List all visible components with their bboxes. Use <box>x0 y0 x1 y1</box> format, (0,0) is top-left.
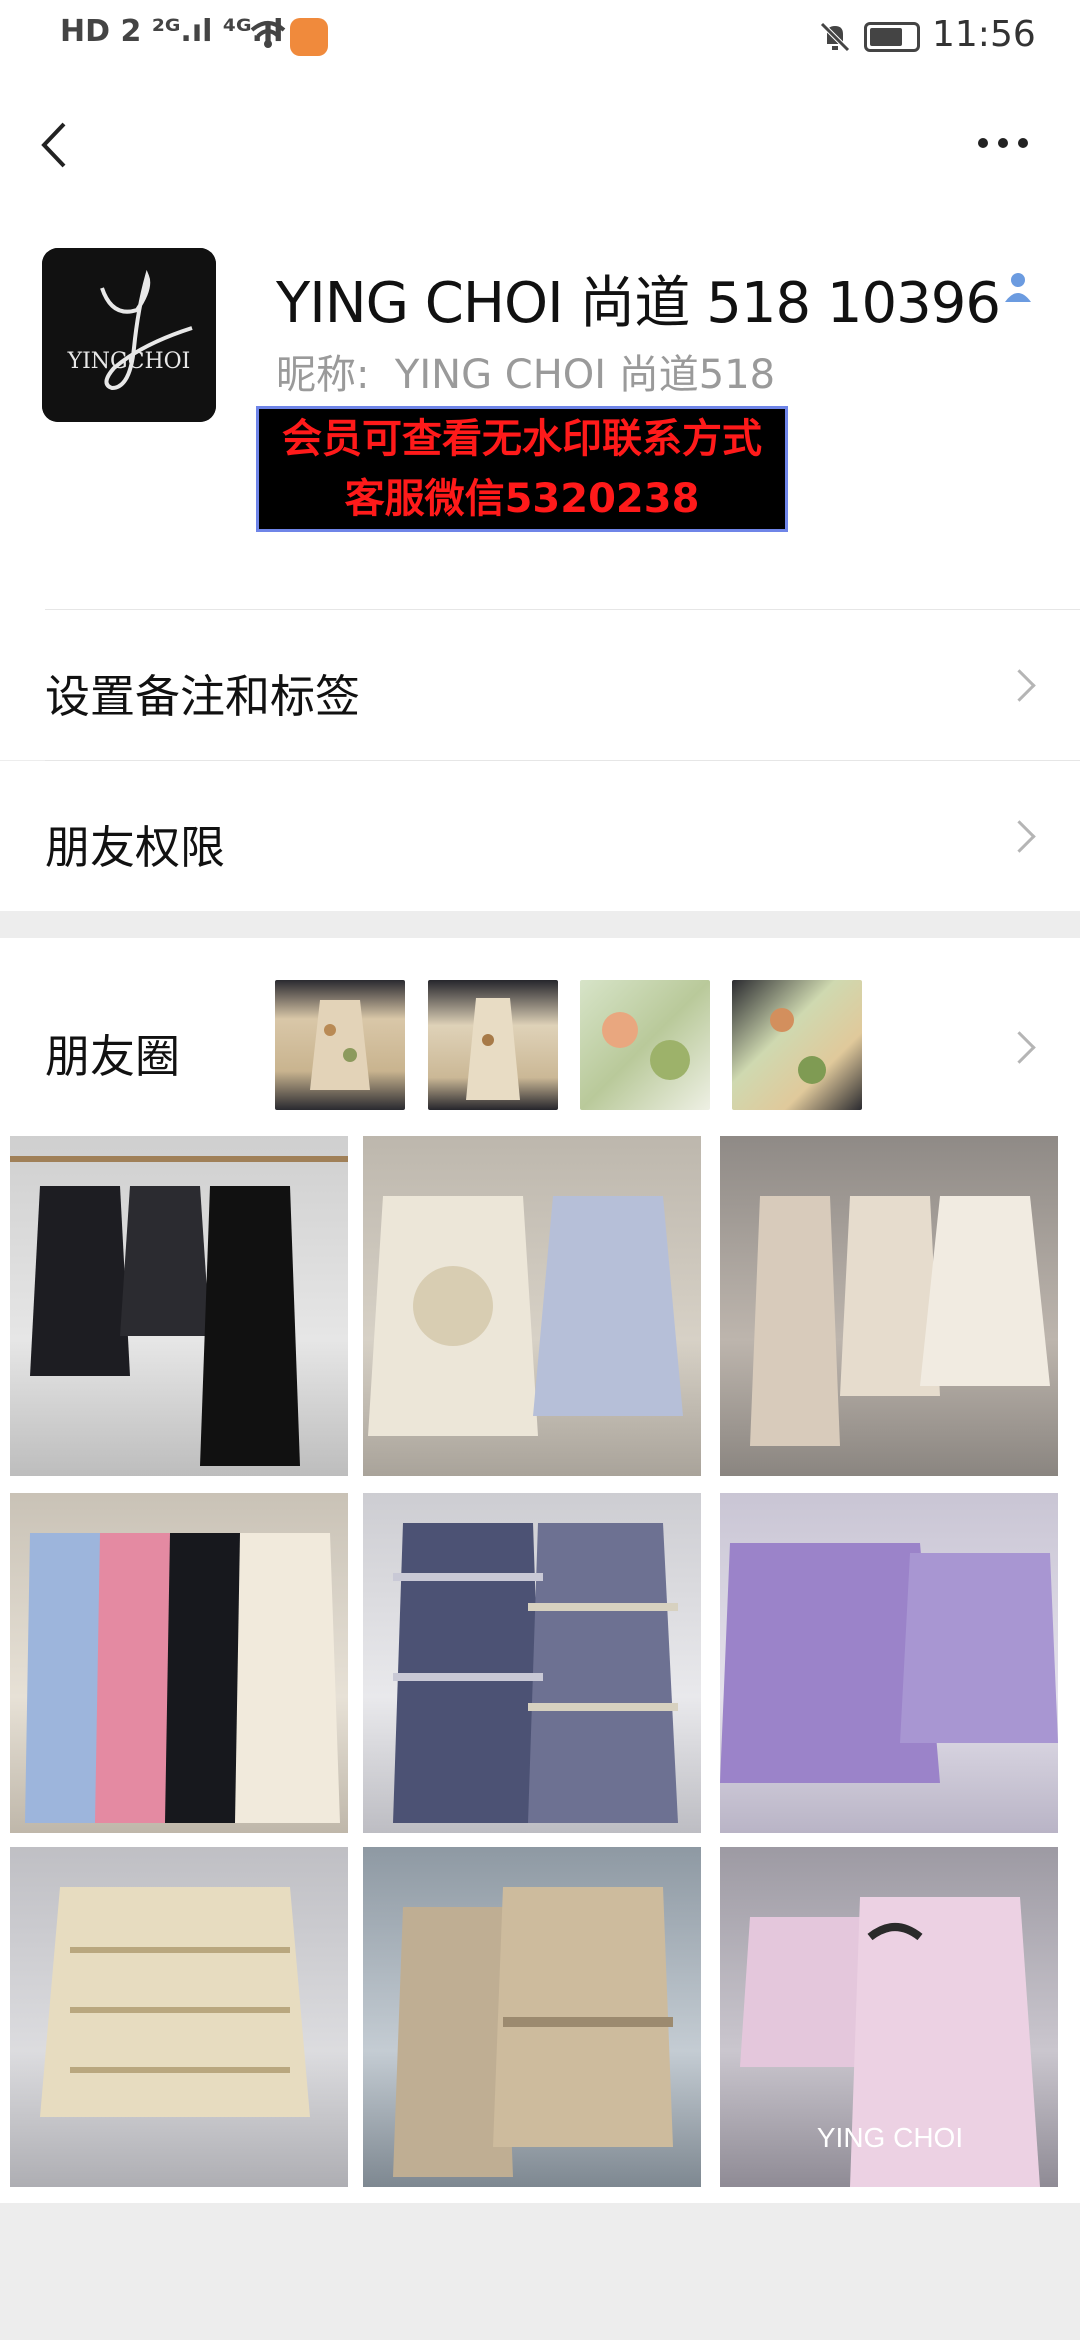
moments-thumbnail <box>275 980 405 1110</box>
status-bar: HD 2 ²ᴳ.ıl ⁴ᴳ.ıl 11:56 <box>0 0 1080 75</box>
row-friend-permissions[interactable]: 朋友权限 <box>0 761 1080 911</box>
avatar[interactable]: YINGCHOI <box>42 248 216 422</box>
mute-bell-icon <box>818 20 852 54</box>
nickname-value: YING CHOI 尚道518 <box>394 352 776 398</box>
top-nav-bar <box>0 75 1080 205</box>
photo-grid-item[interactable] <box>10 1847 348 2187</box>
watermark-banner: 会员可查看无水印联系方式 客服微信5320238 <box>256 406 788 532</box>
logo-graphic: YINGCHOI <box>42 248 216 422</box>
contact-person-icon <box>1003 270 1033 304</box>
moments-label: 朋友圈 <box>45 1030 181 1083</box>
status-time: 11:56 <box>932 14 1036 55</box>
moments-thumbnail <box>732 980 862 1110</box>
moments-thumbnail <box>428 980 558 1110</box>
chevron-right-icon <box>1003 669 1036 702</box>
photo-grid-item[interactable] <box>363 1493 701 1833</box>
avatar-logo-text: YINGCHOI <box>67 349 191 374</box>
app-notification-icon <box>290 18 328 56</box>
nickname-label: 昵称: <box>276 352 370 398</box>
photo-grid-item[interactable]: YING CHOI <box>720 1847 1058 2187</box>
nickname-line: 昵称: YING CHOI 尚道518 <box>276 342 775 400</box>
photo-grid-item[interactable] <box>363 1136 701 1476</box>
photo-grid-item[interactable] <box>10 1493 348 1833</box>
contact-name: YING CHOI 尚道 518 10396 <box>276 271 1001 336</box>
wifi-icon <box>250 20 286 50</box>
photo-grid-item[interactable] <box>363 1847 701 2187</box>
watermark-line-1: 会员可查看无水印联系方式 <box>282 416 762 462</box>
row-label: 朋友权限 <box>45 821 226 874</box>
photo-grid-item[interactable] <box>10 1136 348 1476</box>
row-label: 设置备注和标签 <box>45 670 361 723</box>
photo-grid-item[interactable] <box>720 1493 1058 1833</box>
chevron-right-icon <box>1003 820 1036 853</box>
watermark-line-2: 客服微信5320238 <box>344 476 700 522</box>
more-icon[interactable] <box>976 135 1030 151</box>
row-remarks-tags[interactable]: 设置备注和标签 <box>0 610 1080 760</box>
back-icon[interactable] <box>36 120 76 170</box>
photo-overlay-text: YING CHOI <box>817 2122 963 2153</box>
photo-grid-item[interactable] <box>720 1136 1058 1476</box>
moments-thumbnail <box>580 980 710 1110</box>
battery-icon <box>864 22 920 52</box>
